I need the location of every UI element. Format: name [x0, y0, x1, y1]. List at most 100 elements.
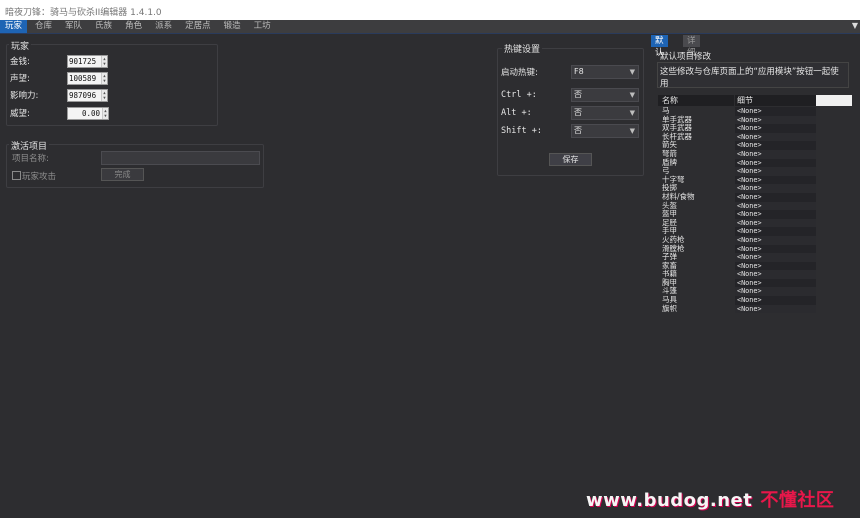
- activate-group-title: 激活项目: [9, 139, 50, 152]
- grid-row[interactable]: 旗帜 <None>: [658, 304, 816, 314]
- grid-cell-detail[interactable]: <None>: [735, 132, 816, 142]
- grid-header-name[interactable]: 名称: [658, 95, 734, 106]
- spinner-arrows-icon[interactable]: ▲ ▼: [102, 108, 108, 119]
- grid-cell-detail[interactable]: <None>: [735, 184, 816, 193]
- grid-header-detail[interactable]: 细节: [735, 95, 816, 106]
- menu-item-clan[interactable]: 氏族: [90, 20, 117, 33]
- gold-field[interactable]: 901725 ▲ ▼: [67, 55, 108, 68]
- grid-cell-detail[interactable]: <None>: [735, 115, 816, 125]
- grid-cell-detail[interactable]: <None>: [735, 192, 816, 202]
- panel-heading: 默认项目修改: [660, 52, 712, 62]
- menu-item-settlement[interactable]: 定居点: [180, 20, 216, 33]
- chevron-down-icon[interactable]: ▼: [852, 21, 858, 30]
- grid-row[interactable]: 子弹 <None>: [658, 252, 816, 262]
- grid-row[interactable]: 盔甲 <None>: [658, 210, 816, 219]
- shift-select[interactable]: 否 ▼: [571, 124, 639, 138]
- grid-cell-detail[interactable]: <None>: [735, 210, 816, 219]
- grid-row[interactable]: 箭矢 <None>: [658, 141, 816, 150]
- grid-row[interactable]: 家畜 <None>: [658, 261, 816, 271]
- grid-cell-detail[interactable]: <None>: [735, 235, 816, 245]
- watermark-url: www.budog.net: [586, 490, 753, 511]
- influence-value: 987096: [69, 91, 97, 100]
- dropdown-arrow-icon: ▼: [629, 127, 635, 135]
- ctrl-label: Ctrl +:: [501, 90, 537, 100]
- hotkey-group-title: 热键设置: [502, 42, 543, 55]
- menu-item-character[interactable]: 角色: [120, 20, 147, 33]
- influence-label: 影响力:: [10, 91, 39, 101]
- grid-cell-detail[interactable]: <None>: [735, 175, 816, 185]
- grid-row[interactable]: 弩箭 <None>: [658, 149, 816, 159]
- prestige-label: 威望:: [10, 109, 30, 119]
- grid-row[interactable]: 长杆武器 <None>: [658, 132, 816, 142]
- grid-cell-detail[interactable]: <None>: [735, 107, 816, 116]
- menu-item-workshop[interactable]: 工坊: [249, 20, 276, 33]
- menu-item-smithing[interactable]: 锻造: [219, 20, 246, 33]
- prestige-field[interactable]: 0.00 ▲ ▼: [67, 107, 109, 120]
- start-hotkey-value: F8: [574, 67, 584, 76]
- ctrl-select[interactable]: 否 ▼: [571, 88, 639, 102]
- player-group: [6, 44, 218, 126]
- save-button[interactable]: 保存: [549, 153, 592, 166]
- grid-cell-detail[interactable]: <None>: [735, 218, 816, 228]
- alt-select[interactable]: 否 ▼: [571, 106, 639, 120]
- grid-cell-detail[interactable]: <None>: [735, 167, 816, 176]
- tab-detail[interactable]: 详细: [683, 35, 700, 58]
- grid-cell-detail[interactable]: <None>: [735, 149, 816, 159]
- grid-row[interactable]: 材料/食物 <None>: [658, 192, 816, 202]
- grid-header: 名称 细节: [658, 95, 852, 106]
- grid-cell-detail[interactable]: <None>: [735, 158, 816, 168]
- grid-cell-detail[interactable]: <None>: [735, 261, 816, 271]
- player-attack-checkbox[interactable]: [12, 171, 21, 180]
- ctrl-value: 否: [574, 90, 582, 99]
- grid-row[interactable]: 盾牌 <None>: [658, 158, 816, 168]
- grid-row[interactable]: 滑膛枪 <None>: [658, 244, 816, 254]
- grid-cell-detail[interactable]: <None>: [735, 278, 816, 288]
- title-bar: 暗夜刀锋：骑马与砍杀II编辑器 1.4.1.0: [0, 0, 860, 20]
- grid-row[interactable]: 书籍 <None>: [658, 270, 816, 279]
- renown-value: 100589: [69, 74, 97, 83]
- tab-default[interactable]: 默认: [651, 35, 668, 58]
- grid-row[interactable]: 斗篷 <None>: [658, 287, 816, 297]
- grid-row[interactable]: 十字弩 <None>: [658, 175, 816, 185]
- spinner-arrows-icon[interactable]: ▲ ▼: [101, 90, 107, 101]
- grid-cell-detail[interactable]: <None>: [735, 296, 816, 305]
- grid-row[interactable]: 头盔 <None>: [658, 201, 816, 211]
- menu-item-faction[interactable]: 派系: [150, 20, 177, 33]
- project-name-label: 项目名称:: [12, 154, 49, 164]
- window-title: 暗夜刀锋：骑马与砍杀II编辑器 1.4.1.0: [5, 8, 162, 18]
- menu-item-warehouse[interactable]: 仓库: [30, 20, 57, 33]
- menu-item-player[interactable]: 玩家: [0, 20, 28, 33]
- grid-cell-detail[interactable]: <None>: [735, 287, 816, 297]
- done-button[interactable]: 完成: [101, 168, 144, 181]
- grid-row[interactable]: 足胫 <None>: [658, 218, 816, 228]
- grid-cell-detail[interactable]: <None>: [735, 227, 816, 236]
- grid-cell-detail[interactable]: <None>: [735, 124, 816, 133]
- grid-cell-detail[interactable]: <None>: [735, 201, 816, 211]
- project-name-input[interactable]: [101, 151, 260, 165]
- panel-description: 这些修改与仓库页面上的“应用模块”按钮一起使用: [657, 62, 849, 89]
- menu-bar: 玩家 仓库 军队 氏族 角色 派系 定居点 锻造 工坊 ▼: [0, 20, 860, 34]
- grid-cell-detail[interactable]: <None>: [735, 304, 816, 314]
- dropdown-arrow-icon: ▼: [629, 109, 635, 117]
- dropdown-arrow-icon: ▼: [629, 91, 635, 99]
- grid-row[interactable]: 胸甲 <None>: [658, 278, 816, 288]
- grid-cell-detail[interactable]: <None>: [735, 253, 816, 262]
- grid-header-filler: [816, 95, 852, 106]
- grid-cell-detail[interactable]: <None>: [735, 244, 816, 254]
- watermark: www.budog.net 不懂社区: [586, 486, 834, 512]
- spinner-arrows-icon[interactable]: ▲ ▼: [101, 73, 107, 84]
- renown-field[interactable]: 100589 ▲ ▼: [67, 72, 108, 85]
- prestige-value: 0.00: [81, 109, 100, 118]
- menu-item-army[interactable]: 军队: [60, 20, 87, 33]
- start-hotkey-label: 启动热键:: [501, 68, 538, 78]
- influence-field[interactable]: 987096 ▲ ▼: [67, 89, 108, 102]
- grid-cell-detail[interactable]: <None>: [735, 141, 816, 150]
- grid-cell-detail[interactable]: <None>: [735, 270, 816, 279]
- gold-label: 金钱:: [10, 57, 30, 67]
- alt-label: Alt +:: [501, 108, 532, 118]
- grid-row[interactable]: 马具 <None>: [658, 295, 816, 305]
- start-hotkey-select[interactable]: F8 ▼: [571, 65, 639, 79]
- spinner-arrows-icon[interactable]: ▲ ▼: [101, 56, 107, 67]
- player-group-title: 玩家: [9, 39, 32, 52]
- renown-label: 声望:: [10, 74, 30, 84]
